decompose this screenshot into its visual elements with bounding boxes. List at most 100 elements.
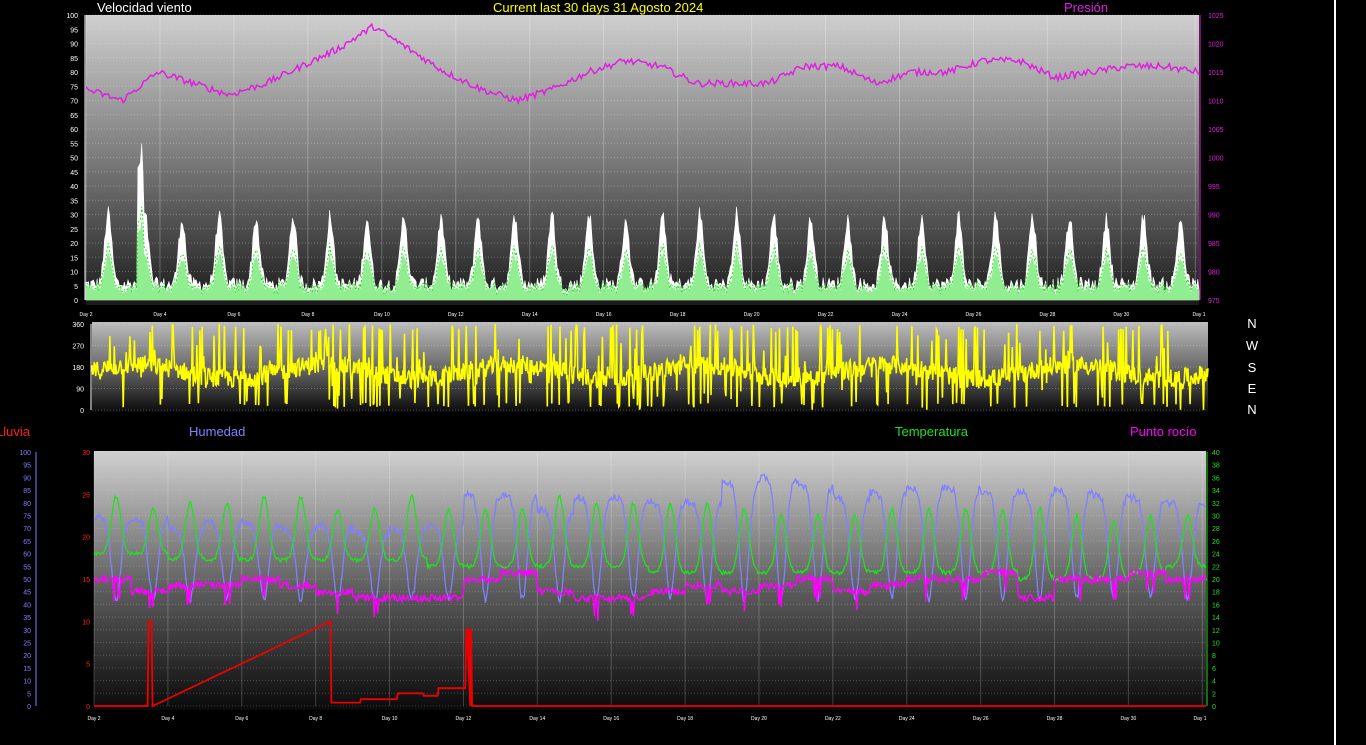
wind-speed-tick: 50: [70, 156, 78, 163]
humidity-tick: 60: [23, 552, 31, 559]
wind-speed-tick: 25: [70, 227, 78, 234]
humidity-tick: 10: [23, 679, 31, 686]
humidity-tick: 75: [23, 514, 31, 521]
climate-x-tick: Day 14: [529, 716, 545, 722]
temperature-tick: 4: [1212, 679, 1216, 686]
wind-speed-tick: 15: [70, 255, 78, 262]
wind-speed-tick: 70: [70, 99, 78, 106]
wind-speed-tick: 75: [70, 84, 78, 91]
pressure-tick: 1025: [1208, 13, 1224, 20]
pressure-tick: 975: [1208, 298, 1220, 305]
humidity-tick: 100: [19, 450, 31, 457]
climate-x-tick: Day 4: [161, 716, 174, 722]
humidity-tick: 15: [23, 666, 31, 673]
climate-x-tick: Day 8: [309, 716, 322, 722]
climate-x-tick: Day 10: [382, 716, 398, 722]
humidity-tick: 50: [23, 577, 31, 584]
humidity-tick: 45: [23, 590, 31, 597]
climate-x-tick: Day 6: [235, 716, 248, 722]
temperature-tick: 30: [1212, 514, 1220, 521]
temperature-tick: 10: [1212, 641, 1220, 648]
humidity-tick: 95: [23, 463, 31, 470]
wind-x-tick: Day 22: [818, 312, 834, 318]
wind-speed-tick: 40: [70, 184, 78, 191]
pressure-tick: 985: [1208, 241, 1220, 248]
wind-x-tick: Day 16: [596, 312, 612, 318]
wind-speed-tick: 95: [70, 27, 78, 34]
rain-tick: 20: [82, 535, 90, 542]
wind-speed-axis: 0 5 10 15 20 25 30 35 40 45 50 55 60 65 70 75 80 85 90 95 10…: [66, 13, 86, 305]
humidity-tick: 20: [23, 653, 31, 660]
wind-x-tick: Day 12: [448, 312, 464, 318]
direction-label-s: S: [1247, 360, 1257, 375]
pressure-tick: 1020: [1208, 42, 1224, 49]
climate-x-tick: Day 1: [1193, 716, 1206, 722]
wind-x-tick: Day 20: [744, 312, 760, 318]
temperature-tick: 8: [1212, 653, 1216, 660]
wind-speed-tick: 45: [70, 170, 78, 177]
wind-x-tick: Day 10: [374, 312, 390, 318]
wind-speed-tick: 0: [74, 298, 78, 305]
pressure-title: Presión: [1064, 0, 1109, 15]
humidity-tick: 0: [27, 704, 31, 711]
temperature-tick: 20: [1212, 577, 1220, 584]
direction-label-n-top: N: [1247, 316, 1257, 331]
humidity-tick: 35: [23, 615, 31, 622]
wind-x-tick: Day 8: [301, 312, 314, 318]
pressure-tick: 1010: [1208, 99, 1224, 106]
wind-x-tick: Day 1: [1192, 312, 1205, 318]
wind-speed-tick: 55: [70, 141, 78, 148]
rain-axis: 0 5 10 15 20 25 30: [82, 450, 90, 711]
wind-x-axis: Day 2 Day 4 Day 6 Day 8 Day 10 Day 12 Day 14 Da…: [79, 312, 1205, 318]
wind-x-tick: Day 18: [670, 312, 686, 318]
climate-x-tick: Day 18: [677, 716, 693, 722]
rain-tick: 0: [86, 704, 90, 711]
climate-x-tick: Day 20: [751, 716, 767, 722]
rain-tick: 15: [82, 577, 90, 584]
direction-tick: 90: [76, 387, 84, 394]
wind-speed-tick: 35: [70, 198, 78, 205]
climate-chart: 0510152025303540455055606570758085909510…: [19, 450, 1220, 722]
climate-x-tick: Day 2: [87, 716, 100, 722]
wind-speed-tick: 90: [70, 42, 78, 49]
pressure-tick: 990: [1208, 213, 1220, 220]
humidity-tick: 30: [23, 628, 31, 635]
humidity-tick: 70: [23, 526, 31, 533]
temperature-tick: 2: [1212, 691, 1216, 698]
climate-x-tick: Day 26: [973, 716, 989, 722]
humidity-tick: 25: [23, 641, 31, 648]
rain-title: Lluvia: [0, 424, 30, 439]
direction-tick: 0: [80, 408, 84, 415]
wind-x-tick: Day 30: [1113, 312, 1129, 318]
climate-x-tick: Day 24: [899, 716, 915, 722]
direction-label-e: E: [1247, 381, 1257, 396]
climate-x-axis: Day 2 Day 4 Day 6 Day 8 Day 10 Day 12 Day 14 Da…: [87, 716, 1206, 722]
direction-tick: 270: [72, 344, 84, 351]
pressure-tick: 995: [1208, 184, 1220, 191]
temperature-tick: 36: [1212, 475, 1220, 482]
humidity-tick: 40: [23, 602, 31, 609]
temperature-tick: 14: [1212, 615, 1220, 622]
humidity-tick: 5: [27, 691, 31, 698]
wind-speed-tick: 100: [66, 13, 78, 20]
rain-tick: 25: [82, 492, 90, 499]
temperature-tick: 22: [1212, 564, 1220, 571]
temperature-title: Temperatura: [895, 424, 968, 439]
direction-tick: 360: [72, 322, 84, 329]
pressure-tick: 980: [1208, 270, 1220, 277]
temperature-tick: 18: [1212, 590, 1220, 597]
humidity-tick: 80: [23, 501, 31, 508]
temperature-tick: 26: [1212, 539, 1220, 546]
wind-x-tick: Day 26: [966, 312, 982, 318]
temperature-tick: 0: [1212, 704, 1216, 711]
pressure-tick: 1015: [1208, 70, 1224, 77]
pressure-tick: 1005: [1208, 127, 1224, 134]
temperature-tick: 40: [1212, 450, 1220, 457]
direction-label-w: W: [1245, 338, 1259, 353]
rain-tick: 30: [82, 450, 90, 457]
humidity-tick: 90: [23, 475, 31, 482]
climate-x-tick: Day 22: [825, 716, 841, 722]
humidity-tick: 55: [23, 564, 31, 571]
climate-x-tick: Day 12: [456, 716, 472, 722]
direction-axis: 0 90 180 270 360: [72, 322, 92, 415]
